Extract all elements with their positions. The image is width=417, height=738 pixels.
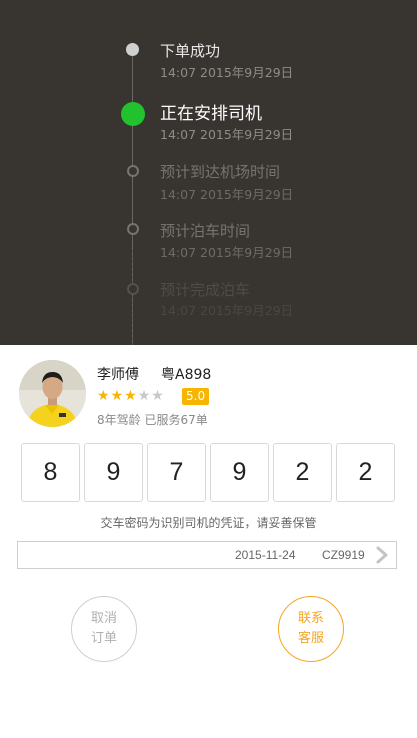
flight-number: CZ9919 bbox=[322, 548, 365, 562]
code-digit: 9 bbox=[84, 443, 143, 502]
step-time: 14:07 2015年9月29日 bbox=[160, 127, 294, 142]
star-rating: ★★★★★ bbox=[97, 388, 165, 404]
star-filled-icon: ★ bbox=[110, 388, 125, 404]
driver-avatar[interactable] bbox=[19, 360, 86, 427]
driver-card: 李师傅 粤A898 ★★★★★ 5.0 8年驾龄 已服务67单 8 9 7 9 … bbox=[0, 345, 417, 738]
rating-badge: 5.0 bbox=[182, 388, 210, 405]
code-digit: 2 bbox=[273, 443, 332, 502]
step-title: 正在安排司机 bbox=[160, 104, 262, 124]
flight-date: 2015-11-24 bbox=[235, 548, 296, 562]
driver-photo-icon bbox=[19, 360, 86, 427]
star-filled-icon: ★ bbox=[97, 388, 111, 404]
license-plate: 粤A898 bbox=[161, 367, 212, 383]
star-empty-icon: ★ bbox=[137, 388, 152, 404]
code-digit: 9 bbox=[210, 443, 269, 502]
step-pending-dot-icon bbox=[127, 165, 139, 177]
contact-line1: 联系 bbox=[297, 611, 324, 626]
step-pending-dot-icon bbox=[127, 223, 139, 235]
code-hint: 交车密码为识别司机的凭证，请妥善保管 bbox=[100, 516, 317, 530]
flight-info-bar[interactable]: 2015-11-24 CZ9919 bbox=[17, 541, 397, 569]
step-title: 下单成功 bbox=[160, 42, 221, 60]
chevron-right-icon bbox=[376, 546, 388, 564]
driver-name: 李师傅 bbox=[97, 367, 139, 383]
cancel-line1: 取消 bbox=[90, 611, 117, 626]
step-time: 14:07 2015年9月29日 bbox=[160, 245, 294, 260]
contact-service-button[interactable]: 联系 客服 bbox=[278, 596, 344, 662]
step-time: 14:07 2015年9月29日 bbox=[160, 65, 294, 80]
order-progress-panel: 下单成功 14:07 2015年9月29日 正在安排司机 14:07 2015年… bbox=[0, 0, 417, 345]
driver-experience: 8年驾龄 已服务67单 bbox=[97, 413, 208, 427]
step-title: 预计完成泊车 bbox=[160, 281, 251, 299]
contact-line2: 客服 bbox=[297, 631, 324, 646]
step-title: 预计泊车时间 bbox=[160, 222, 251, 240]
code-digit: 2 bbox=[336, 443, 395, 502]
step-title: 预计到达机场时间 bbox=[160, 163, 281, 181]
cancel-line2: 订单 bbox=[90, 631, 117, 646]
step-done-dot-icon bbox=[126, 43, 139, 56]
cancel-order-button[interactable]: 取消 订单 bbox=[71, 596, 137, 662]
timeline-line-dashed bbox=[132, 250, 133, 345]
star-filled-icon: ★ bbox=[124, 388, 138, 404]
step-time: 14:07 2015年9月29日 bbox=[160, 187, 294, 202]
step-active-dot-icon bbox=[121, 102, 145, 126]
step-faint-dot-icon bbox=[127, 283, 139, 295]
step-time: 14:07 2015年9月29日 bbox=[160, 303, 294, 318]
code-digit: 7 bbox=[147, 443, 206, 502]
code-digit: 8 bbox=[21, 443, 80, 502]
star-empty-icon: ★ bbox=[151, 388, 165, 404]
